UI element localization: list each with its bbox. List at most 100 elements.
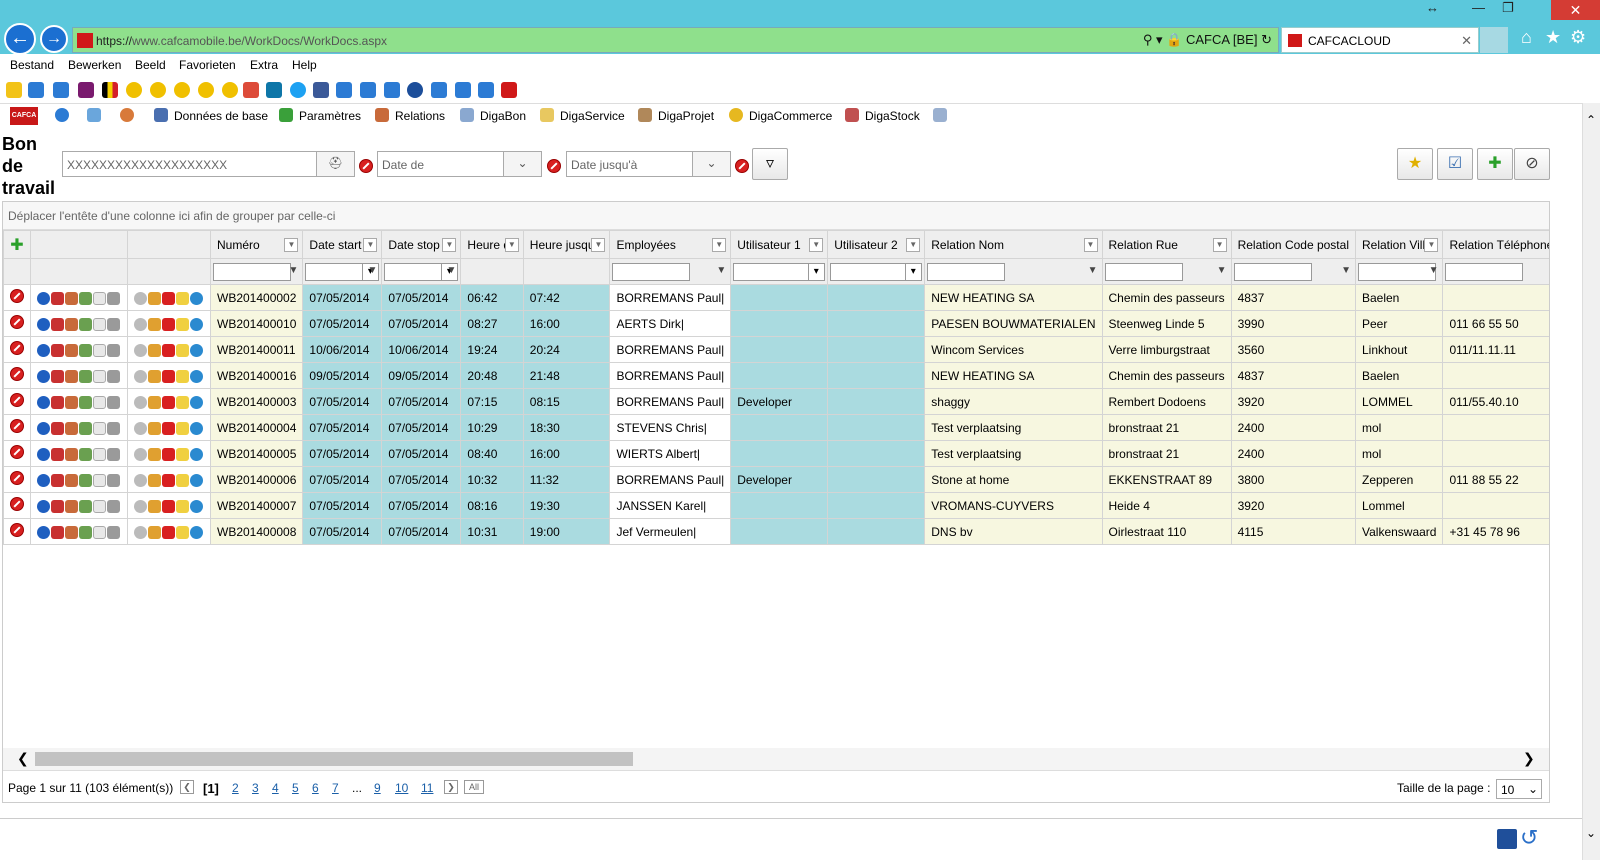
column-filter-icon[interactable]: ▼ [284, 238, 299, 252]
note-icon[interactable] [148, 369, 161, 383]
menu-favorieten[interactable]: Favorieten [179, 58, 236, 72]
fav-ie-icon[interactable] [431, 82, 447, 98]
cancel-button[interactable]: ⊘ [1514, 148, 1550, 180]
car-icon[interactable] [51, 343, 64, 357]
info-icon[interactable] [37, 421, 50, 435]
car-icon[interactable] [51, 369, 64, 383]
refresh-icon[interactable]: ↺ [1520, 825, 1538, 851]
printer-icon[interactable] [107, 473, 120, 487]
cafca-icon[interactable] [162, 395, 175, 409]
menu-bewerken[interactable]: Bewerken [68, 58, 121, 72]
col-header-employees[interactable]: Employées ▼ [609, 230, 732, 259]
next-page-icon[interactable]: ❯ [444, 780, 458, 794]
linkedin-icon[interactable] [266, 82, 282, 98]
clock-icon[interactable] [134, 317, 147, 331]
globe-icon[interactable] [190, 317, 203, 331]
col-header-date-stop[interactable]: Date stop ▼ [381, 230, 462, 259]
document-icon[interactable] [93, 343, 106, 357]
nav-digabon[interactable]: DigaBon [460, 107, 526, 125]
printer-icon[interactable] [107, 525, 120, 539]
nav-digacommerce[interactable]: DigaCommerce [729, 107, 832, 125]
printer-icon[interactable] [107, 317, 120, 331]
delete-row-cell[interactable] [3, 336, 31, 363]
page-size-select[interactable]: 10 ⌄ [1496, 779, 1542, 799]
note-icon[interactable] [148, 525, 161, 539]
cafca-icon[interactable] [162, 421, 175, 435]
clock-icon[interactable] [134, 525, 147, 539]
note-icon[interactable] [148, 395, 161, 409]
info-icon[interactable] [37, 291, 50, 305]
car-icon[interactable] [51, 525, 64, 539]
document-icon[interactable] [93, 447, 106, 461]
column-filter-icon[interactable]: ▼ [809, 238, 824, 252]
save-icon[interactable] [1497, 829, 1517, 849]
minimize-icon[interactable]: — [1472, 0, 1485, 15]
search-icon[interactable]: ⚲ [1143, 32, 1153, 47]
tools-icon[interactable] [79, 421, 92, 435]
home-icon[interactable]: ⌂ [1521, 27, 1532, 48]
info-icon[interactable] [37, 525, 50, 539]
gear-icon[interactable]: ⚙ [1570, 27, 1586, 48]
filter-funnel-icon[interactable]: ▼ [1088, 265, 1098, 276]
folder-icon[interactable] [176, 525, 189, 539]
globe-icon[interactable] [190, 421, 203, 435]
page-link[interactable]: 4 [272, 781, 279, 795]
checklist-button[interactable]: ☑ [1437, 148, 1473, 180]
filter-input-employees[interactable] [612, 262, 691, 281]
delete-icon[interactable] [10, 289, 24, 303]
fav-speed-icon[interactable] [222, 82, 238, 98]
filter-input-relation-nom[interactable] [927, 262, 1006, 281]
person-icon[interactable] [65, 473, 78, 487]
fav-speed-icon[interactable] [126, 82, 142, 98]
globe-icon[interactable] [190, 499, 203, 513]
printer-icon[interactable] [107, 395, 120, 409]
tools-icon[interactable] [79, 499, 92, 513]
globe-icon[interactable] [190, 369, 203, 383]
printer-icon[interactable] [107, 343, 120, 357]
printer-icon[interactable] [107, 421, 120, 435]
add-row-header[interactable]: ✚ [3, 230, 31, 259]
person-icon[interactable] [65, 291, 78, 305]
user-icon[interactable] [120, 108, 134, 122]
printer-icon[interactable] [107, 499, 120, 513]
delete-icon[interactable] [10, 445, 24, 459]
filter-input-relation-tel[interactable] [1445, 262, 1524, 281]
note-icon[interactable] [148, 343, 161, 357]
clear-date-to-icon[interactable] [735, 159, 749, 173]
col-header-utilisateur-2[interactable]: Utilisateur 2 ▼ [827, 230, 926, 259]
table-row[interactable]: WB201400004 07/05/2014 07/05/2014 10:29 18:3… [3, 414, 1549, 441]
favorites-star-icon[interactable] [6, 82, 22, 98]
page-link[interactable]: 10 [395, 781, 408, 795]
tools-icon[interactable] [79, 291, 92, 305]
cafca-icon[interactable] [162, 343, 175, 357]
google-plus-icon[interactable] [243, 82, 259, 98]
car-icon[interactable] [51, 317, 64, 331]
maximize-icon[interactable]: ❐ [1502, 0, 1514, 16]
clock-icon[interactable] [134, 369, 147, 383]
car-icon[interactable] [51, 395, 64, 409]
page-link[interactable]: 2 [232, 781, 239, 795]
filter-input-relation-ville[interactable] [1357, 262, 1436, 281]
table-row[interactable]: WB201400011 10/06/2014 10/06/2014 19:24 20:2… [3, 336, 1549, 363]
favorite-button[interactable]: ★ [1397, 148, 1433, 180]
tools-icon[interactable] [79, 473, 92, 487]
scroll-down-icon[interactable]: ⌄ [1586, 826, 1596, 840]
delete-icon[interactable] [10, 367, 24, 381]
info-icon[interactable] [37, 395, 50, 409]
group-panel[interactable]: Déplacer l'entête d'une colonne ici afin… [3, 202, 1549, 230]
column-filter-icon[interactable]: ▼ [1212, 238, 1227, 252]
page-link[interactable]: 5 [292, 781, 299, 795]
cafca-icon[interactable] [162, 291, 175, 305]
clock-icon[interactable] [134, 291, 147, 305]
info-icon[interactable] [37, 447, 50, 461]
table-row[interactable]: WB201400010 07/05/2014 07/05/2014 08:27 16:0… [3, 310, 1549, 337]
fav-ie-icon[interactable] [336, 82, 352, 98]
page-ellipsis[interactable]: ... [352, 781, 362, 795]
delete-icon[interactable] [10, 419, 24, 433]
person-icon[interactable] [65, 525, 78, 539]
person-icon[interactable] [65, 499, 78, 513]
printer-icon[interactable] [107, 447, 120, 461]
filter-input-relation-cp[interactable] [1233, 262, 1312, 281]
delete-row-cell[interactable] [3, 466, 31, 493]
nav-relations[interactable]: Relations [375, 107, 445, 125]
